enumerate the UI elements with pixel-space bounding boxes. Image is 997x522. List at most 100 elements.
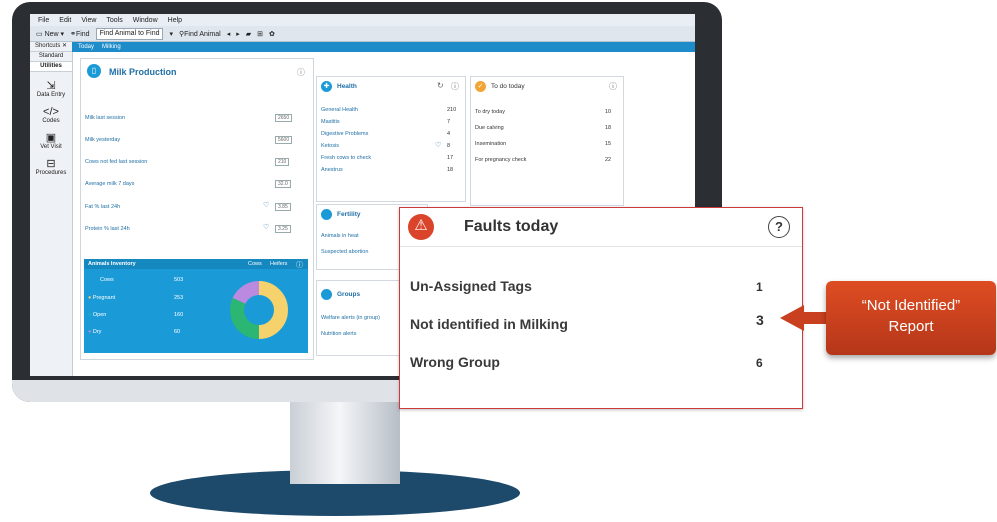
inventory-row-value: 160 [174,312,184,318]
health-row-label[interactable]: Fresh cows to check [321,155,371,161]
inventory-row-open: ○ Open [88,312,106,318]
todo-row-value: 18 [605,125,612,131]
callout-line-2: Report [888,318,934,335]
groups-row-label[interactable]: Nutrition alerts [321,331,356,337]
refresh-icon[interactable]: ↻ [437,81,444,90]
health-row-label[interactable]: Digestive Problems [321,131,368,137]
shortcut-data-entry[interactable]: ⇲ Data Entry [30,80,72,98]
warning-icon: ⚠ [408,214,434,240]
inventory-row-pregnant: ● Pregnant [88,295,115,301]
milk-production-title: Milk Production [109,67,177,77]
new-label: New [44,30,59,38]
milk-row-value: 3.85 [275,203,291,211]
inventory-link-heifers[interactable]: Heifers [270,261,287,267]
find-animal-button[interactable]: ⚲Find Animal [179,30,221,38]
callout-arrow [780,305,828,331]
fertility-row-label[interactable]: Animals in heat [321,233,359,239]
help-icon[interactable]: ⓘ [296,260,303,270]
health-icon: ✚ [321,81,332,92]
inventory-title: Animals Inventory [88,261,136,267]
forward-icon[interactable]: ▸ [236,30,240,38]
tab-today[interactable]: Today [78,44,94,50]
fertility-icon [321,209,332,220]
health-row-label[interactable]: Ketosis [321,143,339,149]
inventory-link-cows[interactable]: Cows [248,261,262,267]
not-identified-report-callout[interactable]: “Not Identified” Report [826,281,996,355]
fertility-row-label[interactable]: Suspected abortion [321,249,368,255]
find-button[interactable]: ⚭Find [70,30,90,38]
shortcuts-title: Shortcuts [34,43,61,49]
find-label: Find [75,30,90,38]
todo-row-value: 15 [605,141,612,147]
menu-file[interactable]: File [38,17,49,24]
heart-icon: ♡ [263,224,270,231]
faults-header: ⚠ Faults today ? [400,208,802,247]
menu-bar: File Edit View Tools Window Help [30,14,695,26]
todo-row-label[interactable]: To dry today [475,109,505,115]
new-button[interactable]: ▭ New ▾ [36,30,64,38]
fault-row-label[interactable]: Un-Assigned Tags [410,278,532,294]
shortcut-label: Data Entry [36,92,66,98]
menu-help[interactable]: Help [168,17,182,24]
inventory-row-value: 253 [174,295,184,301]
health-row-value: 4 [447,131,451,137]
utilities-tab[interactable]: Utilities [30,62,72,72]
folder-icon[interactable]: ▰ [246,30,251,38]
fault-row-label[interactable]: Not identified in Milking [410,316,568,332]
find-animal-field[interactable]: Find Animal to Find [95,27,164,40]
help-icon[interactable]: ? [768,216,790,238]
inventory-row-value: 503 [174,277,184,283]
animals-inventory-panel: Animals Inventory Cows Heifers ⓘ Cows 50… [84,259,308,353]
dot-icon: ● [88,329,92,335]
groups-icon [321,289,332,300]
monitor-stand [290,388,400,484]
dropdown-icon[interactable]: ▾ [169,30,173,38]
todo-row-value: 22 [605,157,612,163]
health-row-label[interactable]: Anestrus [321,167,343,173]
health-row-label[interactable]: Mastitis [321,119,340,125]
close-icon[interactable]: ✕ [62,43,67,49]
milk-row-value: 32.0 [275,180,291,188]
milk-row-label: Average milk 7 days [85,181,135,187]
milk-row-label: Cows not fed last session [85,159,148,165]
settings-icon[interactable]: ✿ [269,30,275,38]
help-icon[interactable]: ⓘ [609,81,617,92]
groups-row-label[interactable]: Welfare alerts (in group) [321,315,380,321]
health-row-label[interactable]: General Health [321,107,358,113]
milk-row-label: Protein % last 24h [85,226,130,232]
shortcut-codes[interactable]: </> Codes [30,106,72,124]
milk-row-label: Milk yesterday [85,137,121,143]
new-icon: ▭ [36,30,43,38]
code-icon: </> [43,106,59,118]
menu-tools[interactable]: Tools [106,17,122,24]
fertility-title: Fertility [337,211,361,218]
milk-row-value: 3.25 [275,225,291,233]
standard-tab[interactable]: Standard [30,52,72,62]
fault-row-label[interactable]: Wrong Group [410,354,500,370]
health-row-value: 17 [447,155,454,161]
shortcut-procedures[interactable]: ⊟ Procedures [30,158,72,176]
menu-view[interactable]: View [81,17,96,24]
todo-row-label[interactable]: For pregnancy check [475,157,526,163]
inventory-row-label: Dry [92,329,102,335]
todo-row-label[interactable]: Insemination [475,141,506,147]
procedures-icon: ⊟ [46,158,56,170]
todo-row-label[interactable]: Due calving [475,125,504,131]
help-icon[interactable]: ⓘ [297,67,305,78]
health-row-value: 210 [447,107,457,113]
shortcut-label: Vet Visit [40,144,62,150]
inventory-donut-chart [230,281,288,339]
tab-milking[interactable]: Milking [102,44,121,50]
menu-edit[interactable]: Edit [59,17,71,24]
milk-bottle-icon: ▯ [87,64,101,78]
menu-window[interactable]: Window [133,17,158,24]
shortcut-vet-visit[interactable]: ▣ Vet Visit [30,132,72,150]
vet-kit-icon: ▣ [45,132,57,144]
inventory-row-dry: ● Dry [88,329,101,335]
grid-icon[interactable]: ⊞ [257,30,263,38]
faults-today-panel: ⚠ Faults today ? Un-Assigned Tags 1 Not … [399,207,803,409]
inventory-row-label: Pregnant [92,295,116,301]
back-icon[interactable]: ◂ [227,30,231,38]
dot-icon: ● [88,295,92,301]
help-icon[interactable]: ⓘ [451,81,459,92]
